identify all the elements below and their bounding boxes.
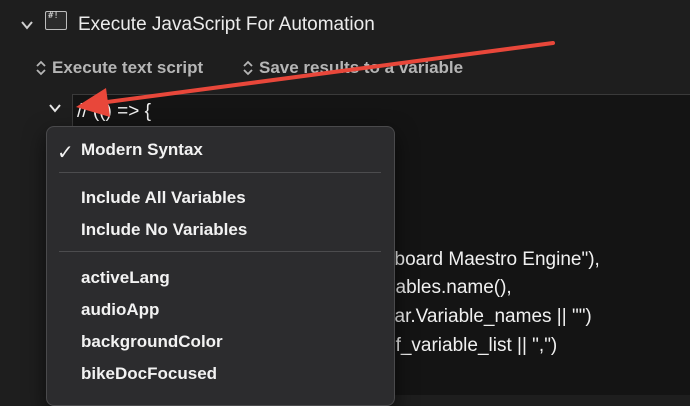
save-results-popup[interactable]: Save results to a variable [243,58,463,78]
menu-item-modern-syntax[interactable]: Modern Syntax [81,140,203,160]
code-line: of_variable_list || ",") [385,335,558,356]
menu-item-variable[interactable]: audioApp [81,300,159,320]
action-header: #! Execute JavaScript For Automation [0,0,690,52]
save-results-label: Save results to a variable [259,58,464,77]
menu-separator [59,172,381,173]
editor-options-menu: ✓ Modern Syntax Include All Variables In… [46,126,395,406]
editor-options-chevron-icon[interactable] [48,102,62,114]
menu-item-variable[interactable]: backgroundColor [81,332,223,352]
up-down-chevron-icon [243,60,253,76]
options-bar: Execute text script Save results to a va… [0,58,690,82]
menu-separator [59,251,381,252]
menu-item-include-no-variables[interactable]: Include No Variables [81,220,247,240]
checkmark-icon: ✓ [57,142,74,164]
code-line: // (() => { [77,101,151,122]
execute-mode-popup[interactable]: Execute text script [36,58,203,78]
terminal-icon: #! [45,11,67,30]
chevron-down-icon[interactable] [20,18,34,32]
menu-item-variable[interactable]: activeLang [81,268,170,288]
menu-item-include-all-variables[interactable]: Include All Variables [81,188,246,208]
code-line: riables.name(), [385,277,512,298]
menu-item-variable[interactable]: bikeDocFocused [81,364,217,384]
code-line: yboard Maestro Engine"), [385,249,600,270]
action-title: Execute JavaScript For Automation [78,14,375,35]
code-line: var.Variable_names || "") [385,306,592,327]
execute-mode-label: Execute text script [52,58,204,77]
up-down-chevron-icon [36,60,46,76]
